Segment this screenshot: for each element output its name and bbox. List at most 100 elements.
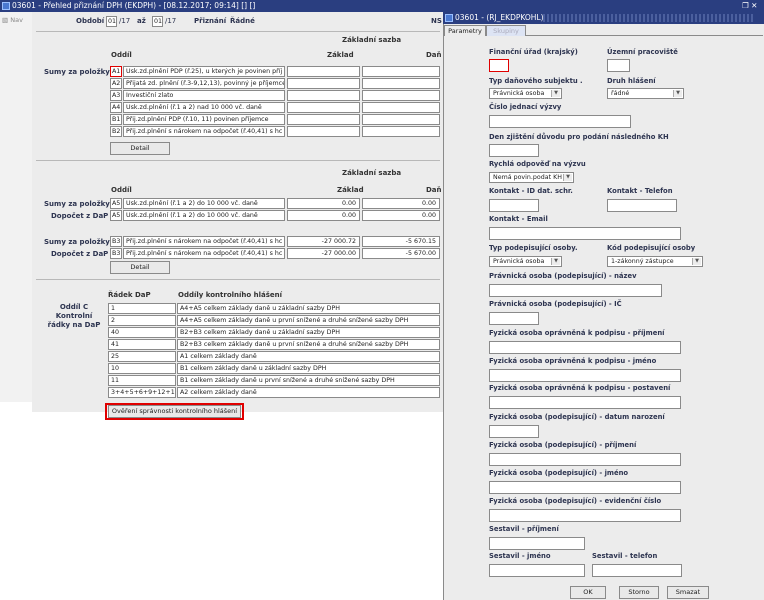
rychla-odpoved-value: Nemá povin.podat KH <box>493 174 562 181</box>
s1-row-text: Usk.zd.plnění PDP (ř.25), u kterých je p… <box>123 66 285 77</box>
s1-row-code: B1 <box>110 114 122 125</box>
fo-pod-ev-input[interactable] <box>489 509 681 522</box>
s2-row-label: Sumy za položky <box>44 200 110 208</box>
s1-row-dan[interactable] <box>362 114 440 125</box>
s1-detail-button[interactable]: Detail <box>110 142 170 155</box>
s3-row-radek: 25 <box>108 351 176 362</box>
app-icon <box>2 2 10 10</box>
typ-podepisujici-select[interactable]: Právnická osoba ▼ <box>489 256 562 267</box>
fo-opr-jmeno-input[interactable] <box>489 369 681 382</box>
s1-row-zaklad[interactable] <box>287 114 360 125</box>
druh-hlaseni-select[interactable]: řádné ▼ <box>607 88 684 99</box>
return-type-label: Přiznání <box>194 17 227 25</box>
s1-row-dan[interactable] <box>362 102 440 113</box>
s1-row-zaklad[interactable] <box>287 90 360 101</box>
s1-row-zaklad[interactable] <box>287 126 360 137</box>
fo-pod-datum-input[interactable] <box>489 425 539 438</box>
s2-row-zaklad[interactable]: -27 000.00 <box>287 248 360 259</box>
left-strip <box>0 12 32 402</box>
dialog-title-bar: 03601 - (RJ_EKDPKOHL) <box>443 12 764 24</box>
period-to-month: /17 <box>165 17 177 25</box>
s2-row-dan[interactable]: 0.00 <box>362 210 440 221</box>
s2-detail-button[interactable]: Detail <box>110 261 170 274</box>
uzemni-pracoviste-input[interactable] <box>607 59 630 72</box>
typ-podepisujici-value: Právnická osoba <box>493 258 545 265</box>
s1-row-dan[interactable] <box>362 90 440 101</box>
storno-button[interactable]: Storno <box>619 586 659 599</box>
kod-podepisujici-select[interactable]: 1-zákonný zástupce ▼ <box>607 256 703 267</box>
financni-urad-input[interactable] <box>489 59 509 72</box>
s2-row-zaklad[interactable]: 0.00 <box>287 210 360 221</box>
s1-row-dan[interactable] <box>362 78 440 89</box>
nav-button[interactable]: ▧ Nav <box>2 16 23 24</box>
s2-row-dan[interactable]: -5 670.00 <box>362 248 440 259</box>
s2-row-text: Usk.zd.plnění (ř.1 a 2) do 10 000 vč. da… <box>123 198 285 209</box>
den-zjisteni-label: Den zjištění důvodu pro podání následnéh… <box>489 133 669 141</box>
divider <box>36 160 440 161</box>
chevron-down-icon: ▼ <box>551 90 560 97</box>
nav-label: Nav <box>10 16 23 24</box>
s1-row-text: Investiční zlato <box>123 90 285 101</box>
ns-label: NS <box>431 17 442 25</box>
s2-row-zaklad[interactable]: -27 000.72 <box>287 236 360 247</box>
cislo-jednaci-input[interactable] <box>489 115 631 128</box>
ok-button[interactable]: OK <box>570 586 606 599</box>
fo-pod-datum-label: Fyzická osoba (podepisující) - datum nar… <box>489 413 665 421</box>
s1-row-dan[interactable] <box>362 126 440 137</box>
s2-row-dan[interactable]: 0.00 <box>362 198 440 209</box>
s3-row-text: B2+B3 celkem základy daně u první snížen… <box>177 339 440 350</box>
kontakt-email-input[interactable] <box>489 227 681 240</box>
typ-subjektu-select[interactable]: Právnická osoba ▼ <box>489 88 562 99</box>
fo-pod-prijmeni-label: Fyzická osoba (podepisující) - příjmení <box>489 441 637 449</box>
s3-row-text: A4+A5 celkem základy daně u základní saz… <box>177 303 440 314</box>
fo-opr-prijmeni-label: Fyzická osoba oprávněná k podpisu - příj… <box>489 329 665 337</box>
s2-row-zaklad[interactable]: 0.00 <box>287 198 360 209</box>
period-sep: až <box>137 17 146 25</box>
kontakt-ds-input[interactable] <box>489 199 539 212</box>
divider <box>36 31 440 32</box>
cislo-jednaci-label: Číslo jednací výzvy <box>489 103 562 111</box>
verify-button[interactable]: Ověření správnosti kontrolního hlášení <box>108 405 241 418</box>
tab-parametry[interactable]: Parametry <box>444 25 486 36</box>
s3-row-text: B1 celkem základy daně u základní sazby … <box>177 363 440 374</box>
sestavil-prijmeni-input[interactable] <box>489 537 585 550</box>
s3-row-text: B2+B3 celkem základy daně u základní saz… <box>177 327 440 338</box>
dialog-title: 03601 - (RJ_EKDPKOHL) <box>455 13 544 22</box>
s1-row-zaklad[interactable] <box>287 102 360 113</box>
fo-pod-ev-label: Fyzická osoba (podepisující) - evidenční… <box>489 497 662 505</box>
s1-row-zaklad[interactable] <box>287 78 360 89</box>
sestavil-telefon-input[interactable] <box>592 564 682 577</box>
period-from-day[interactable]: 01 <box>106 16 117 27</box>
typ-subjektu-label: Typ daňového subjektu . <box>489 77 583 85</box>
s1-header-zakladni: Základní sazba <box>342 36 402 44</box>
period-to-day[interactable]: 01 <box>152 16 163 27</box>
kontakt-telefon-label: Kontakt - Telefon <box>607 187 673 195</box>
fo-pod-jmeno-label: Fyzická osoba (podepisující) - jméno <box>489 469 629 477</box>
nav-icon: ▧ <box>2 16 9 24</box>
s2-col-dan: Daň <box>426 186 442 194</box>
smazat-button[interactable]: Smazat <box>667 586 709 599</box>
window-controls[interactable]: ❐ ✕ <box>742 0 757 12</box>
s1-row-zaklad[interactable] <box>287 66 360 77</box>
po-nazev-input[interactable] <box>489 284 662 297</box>
fo-opr-postaveni-input[interactable] <box>489 396 681 409</box>
fo-pod-prijmeni-input[interactable] <box>489 453 681 466</box>
s3-col-radek: Řádek DaP <box>108 291 151 299</box>
fo-opr-prijmeni-input[interactable] <box>489 341 681 354</box>
s1-row-label: Sumy za položky <box>44 68 110 76</box>
kontakt-telefon-input[interactable] <box>607 199 677 212</box>
s3-row-text: A1 celkem základy daně <box>177 351 440 362</box>
rychla-odpoved-select[interactable]: Nemá povin.podat KH ▼ <box>489 172 574 183</box>
s2-row-dan[interactable]: -5 670.15 <box>362 236 440 247</box>
s2-row-code: B3 <box>110 236 122 247</box>
fo-pod-jmeno-input[interactable] <box>489 481 681 494</box>
s1-row-code: A1 <box>110 66 122 77</box>
kontakt-ds-label: Kontakt - ID dat. schr. <box>489 187 573 195</box>
chevron-down-icon: ▼ <box>673 90 682 97</box>
den-zjisteni-input[interactable] <box>489 144 539 157</box>
s1-row-dan[interactable] <box>362 66 440 77</box>
s1-row-code: A3 <box>110 90 122 101</box>
po-ic-input[interactable] <box>489 312 539 325</box>
tab-skupiny[interactable]: Skupiny <box>486 25 526 36</box>
sestavil-jmeno-input[interactable] <box>489 564 585 577</box>
